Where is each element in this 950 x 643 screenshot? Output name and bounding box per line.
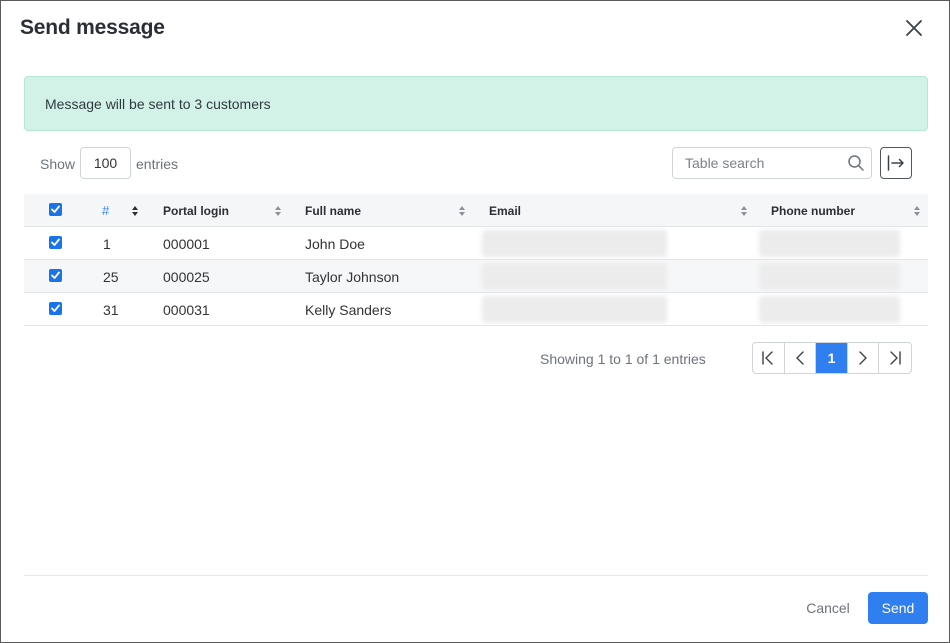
redacted-phone [759, 296, 900, 323]
redacted-email [482, 230, 667, 257]
check-icon [51, 271, 60, 279]
export-button[interactable] [880, 147, 912, 179]
redacted-phone [759, 230, 900, 257]
table-row[interactable]: 1 000001 John Doe [24, 227, 928, 260]
entries-label: entries [136, 156, 179, 172]
check-icon [51, 238, 60, 246]
next-page-button[interactable] [848, 343, 880, 373]
info-alert: Message will be sent to 3 customers [24, 76, 928, 131]
alert-text: Message will be sent to 3 customers [45, 96, 271, 112]
send-message-dialog: Send message Message will be sent to 3 c… [0, 0, 950, 643]
cell-full-name: Kelly Sanders [305, 301, 392, 318]
show-label: Show [40, 156, 76, 172]
first-page-button[interactable] [753, 343, 785, 373]
row-checkbox[interactable] [49, 236, 62, 249]
customers-table: # Portal login Full name Email Phone num… [24, 194, 928, 326]
cell-full-name: John Doe [305, 235, 365, 252]
cell-id: 25 [103, 268, 119, 285]
column-header-email[interactable]: Email [489, 194, 521, 227]
entries-per-page-input[interactable] [80, 147, 131, 179]
cell-id: 31 [103, 301, 119, 318]
cell-portal-login: 000031 [163, 301, 210, 318]
column-header-portal-login[interactable]: Portal login [163, 194, 229, 227]
sort-icon[interactable] [274, 205, 282, 217]
cell-id: 1 [103, 235, 111, 252]
page-button-current[interactable]: 1 [816, 343, 848, 373]
first-page-icon [762, 351, 773, 365]
table-row[interactable]: 25 000025 Taylor Johnson [24, 260, 928, 293]
select-all-checkbox[interactable] [49, 203, 62, 216]
sort-icon[interactable] [131, 205, 139, 217]
check-icon [51, 304, 60, 312]
check-icon [51, 205, 60, 213]
column-header-full-name[interactable]: Full name [305, 194, 361, 227]
cell-portal-login: 000025 [163, 268, 210, 285]
pagination: 1 [752, 342, 912, 374]
table-search-box[interactable] [672, 147, 872, 179]
table-row[interactable]: 31 000031 Kelly Sanders [24, 293, 928, 326]
redacted-phone [759, 263, 900, 290]
footer-divider [24, 575, 928, 576]
prev-page-icon [796, 351, 804, 365]
export-icon [887, 155, 904, 171]
column-header-phone[interactable]: Phone number [771, 194, 855, 227]
close-button[interactable] [901, 15, 927, 41]
sort-icon[interactable] [913, 205, 921, 217]
table-search-input[interactable] [673, 148, 841, 178]
redacted-email [482, 263, 667, 290]
cancel-button[interactable]: Cancel [796, 592, 860, 624]
last-page-button[interactable] [879, 343, 911, 373]
redacted-email [482, 296, 667, 323]
table-header: # Portal login Full name Email Phone num… [24, 194, 928, 227]
search-icon [848, 155, 864, 171]
row-checkbox[interactable] [49, 269, 62, 282]
next-page-icon [859, 351, 867, 365]
prev-page-button[interactable] [785, 343, 817, 373]
pagination-info: Showing 1 to 1 of 1 entries [540, 351, 706, 367]
row-checkbox[interactable] [49, 302, 62, 315]
sort-icon[interactable] [740, 205, 748, 217]
dialog-title: Send message [20, 16, 165, 39]
cell-full-name: Taylor Johnson [305, 268, 400, 285]
sort-icon[interactable] [458, 205, 466, 217]
last-page-icon [890, 351, 901, 365]
column-header-id[interactable]: # [102, 194, 109, 227]
close-icon [906, 20, 922, 36]
cell-portal-login: 000001 [163, 235, 210, 252]
send-button[interactable]: Send [868, 592, 928, 624]
